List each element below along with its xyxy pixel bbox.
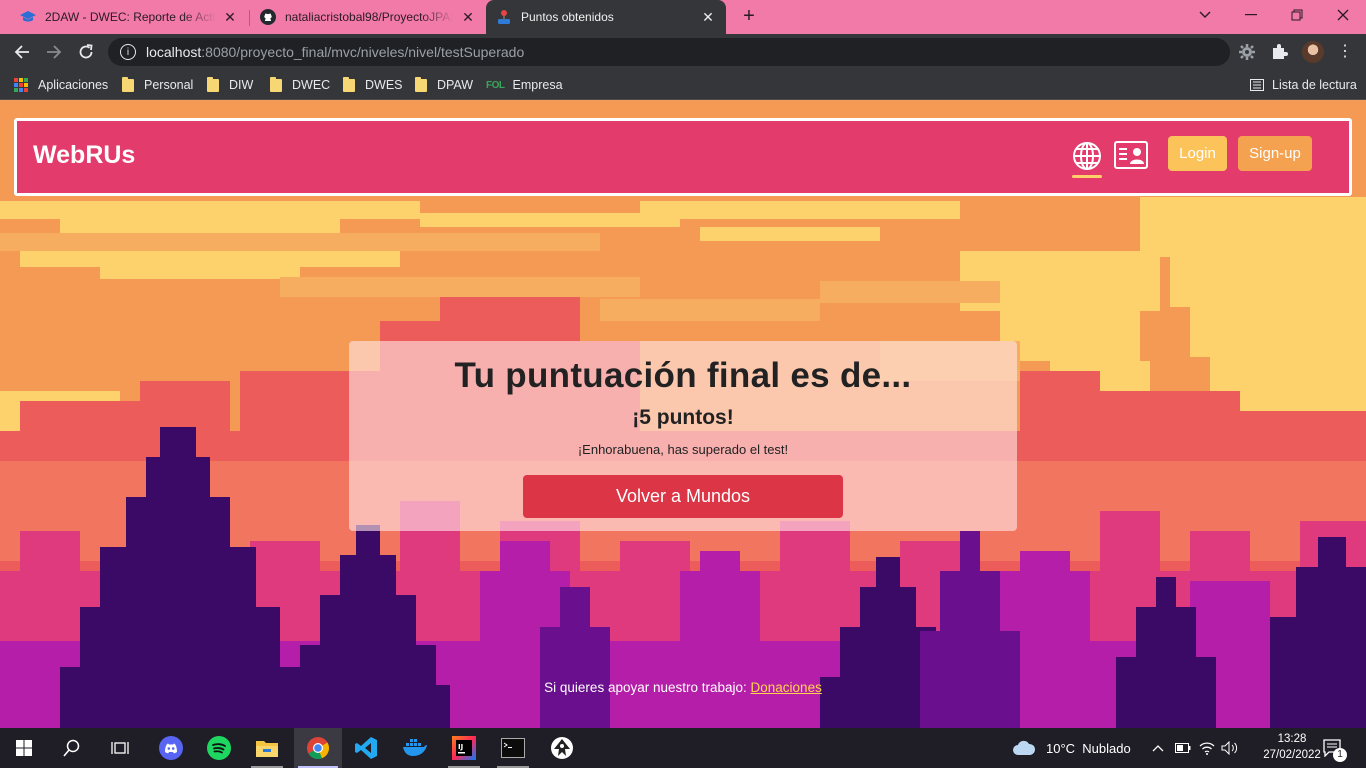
battery-icon[interactable] [1175, 728, 1191, 768]
apps-grid-icon [14, 78, 28, 92]
reading-list[interactable]: Lista de lectura [1250, 76, 1357, 94]
close-tab-icon[interactable]: ✕ [700, 9, 716, 26]
folder-icon [343, 76, 355, 92]
id-card-icon[interactable] [1114, 141, 1148, 173]
docker-icon[interactable] [391, 728, 439, 768]
start-icon[interactable] [0, 728, 48, 768]
active-nav-indicator [1072, 175, 1102, 178]
bookmark-dwes[interactable]: DWES [343, 76, 403, 94]
discord-icon[interactable] [147, 728, 195, 768]
task-view-icon[interactable] [96, 728, 144, 768]
clock-date: 27/02/2022 [1263, 749, 1321, 761]
close-window-button[interactable] [1320, 0, 1366, 30]
vscode-icon[interactable] [342, 728, 390, 768]
score-points: ¡5 puntos! [632, 406, 734, 429]
volver-a-mundos-button[interactable]: Volver a Mundos [523, 475, 843, 518]
bookmark-dpaw[interactable]: DPAW [415, 76, 473, 94]
file-explorer-icon[interactable] [243, 728, 291, 768]
notification-count: 1 [1333, 748, 1347, 762]
close-tab-icon[interactable]: ✕ [460, 9, 476, 26]
fol-icon: FOL [486, 79, 505, 91]
url-path: :8080/proyecto_final/mvc/niveles/nivel/t… [201, 44, 525, 60]
reading-list-label: Lista de lectura [1272, 78, 1357, 92]
github-icon [260, 9, 276, 25]
login-button[interactable]: Login [1168, 136, 1227, 171]
bookmark-label: Empresa [512, 78, 563, 92]
gear-extension-icon[interactable] [1238, 43, 1256, 65]
weather-text: 10°C Nublado [1046, 740, 1131, 756]
tray-chevron-icon[interactable] [1152, 728, 1164, 768]
windows-taskbar: IJ 10°C Nublado 13:28 27/02/2022 1 [0, 728, 1366, 768]
joystick-icon [496, 9, 512, 25]
cloud-icon [1013, 740, 1036, 755]
reading-list-icon [1250, 79, 1264, 91]
close-tab-icon[interactable]: ✕ [222, 9, 238, 26]
back-button[interactable] [8, 38, 36, 66]
bookmark-empresa[interactable]: FOL Empresa [486, 76, 563, 94]
tab-github[interactable]: nataliacristobal98/ProyectoJPA: Proyecto… [250, 0, 486, 34]
spotify-icon[interactable] [195, 728, 243, 768]
restore-button[interactable] [1274, 0, 1320, 30]
globe-icon[interactable] [1072, 141, 1102, 175]
score-title: Tu puntuación final es de... [454, 356, 912, 395]
folder-icon [122, 76, 134, 92]
inkscape-icon[interactable] [538, 728, 586, 768]
search-icon[interactable] [48, 728, 96, 768]
browser-toolbar: i localhost:8080/proyecto_final/mvc/nive… [0, 34, 1366, 94]
bookmarks-bar: Aplicaciones Personal DIW DWEC DWES DPAW… [0, 70, 1366, 100]
page-viewport: WebRUs Login Sign-up Tu puntuación final… [0, 101, 1366, 728]
folder-icon [270, 76, 282, 92]
tab-dwec[interactable]: 2DAW - DWEC: Reporte de Actividad ✕ [10, 0, 248, 34]
site-navbar: WebRUs Login Sign-up [14, 118, 1352, 196]
puzzle-extensions-icon[interactable] [1270, 43, 1288, 65]
url-host: localhost [146, 44, 202, 60]
terminal-icon[interactable] [489, 728, 537, 768]
volume-icon[interactable] [1221, 728, 1239, 768]
result-card: Tu puntuación final es de... ¡5 puntos! … [349, 341, 1017, 531]
folder-icon [207, 76, 219, 92]
donaciones-link[interactable]: Donaciones [751, 680, 822, 695]
tab-puntos-obtenidos[interactable]: Puntos obtenidos ✕ [486, 0, 726, 34]
bookmark-label: DWES [365, 78, 403, 92]
tab-title: 2DAW - DWEC: Reporte de Actividad [45, 10, 216, 24]
folder-icon [415, 76, 427, 92]
signup-button[interactable]: Sign-up [1238, 136, 1312, 171]
chrome-icon[interactable] [294, 728, 342, 768]
bookmark-label: DIW [229, 78, 254, 92]
tab-strip: 2DAW - DWEC: Reporte de Actividad ✕ nata… [0, 0, 1366, 34]
clock-time: 13:28 [1277, 733, 1307, 745]
new-tab-button[interactable]: + [737, 4, 761, 28]
forward-button[interactable] [40, 38, 68, 66]
tab-title: nataliacristobal98/ProyectoJPA: Proyecto [285, 10, 454, 24]
minimize-button[interactable] [1228, 0, 1274, 30]
system-clock[interactable]: 13:28 27/02/2022 [1262, 731, 1322, 763]
bookmark-label: Personal [144, 78, 194, 92]
address-bar[interactable]: i localhost:8080/proyecto_final/mvc/nive… [108, 38, 1230, 66]
tab-title: Puntos obtenidos [521, 10, 614, 24]
tab-search-button[interactable] [1182, 0, 1228, 30]
bookmark-label: Aplicaciones [38, 78, 109, 92]
bookmark-personal[interactable]: Personal [122, 76, 193, 94]
weather-widget[interactable]: 10°C Nublado [1012, 728, 1131, 768]
bookmark-label: DPAW [437, 78, 474, 92]
bookmark-label: DWEC [292, 78, 331, 92]
intellij-icon[interactable]: IJ [440, 728, 488, 768]
footer-text: Si quieres apoyar nuestro trabajo: [544, 680, 751, 695]
success-message: ¡Enhorabuena, has superado el test! [577, 442, 789, 457]
notification-center-icon[interactable]: 1 [1323, 728, 1347, 768]
svg-text:IJ: IJ [458, 743, 463, 751]
site-brand[interactable]: WebRUs [33, 141, 135, 170]
footer: Si quieres apoyar nuestro trabajo: Donac… [0, 680, 1366, 695]
site-info-icon[interactable]: i [120, 44, 136, 60]
graduation-cap-icon [20, 9, 36, 25]
bookmark-apps[interactable]: Aplicaciones [14, 76, 108, 94]
menu-kebab-icon[interactable]: ⋮ [1337, 44, 1353, 60]
bookmark-diw[interactable]: DIW [207, 76, 253, 94]
profile-avatar[interactable] [1302, 41, 1324, 63]
reload-button[interactable] [72, 38, 100, 66]
wifi-icon[interactable] [1199, 728, 1215, 768]
bookmark-dwec[interactable]: DWEC [270, 76, 330, 94]
